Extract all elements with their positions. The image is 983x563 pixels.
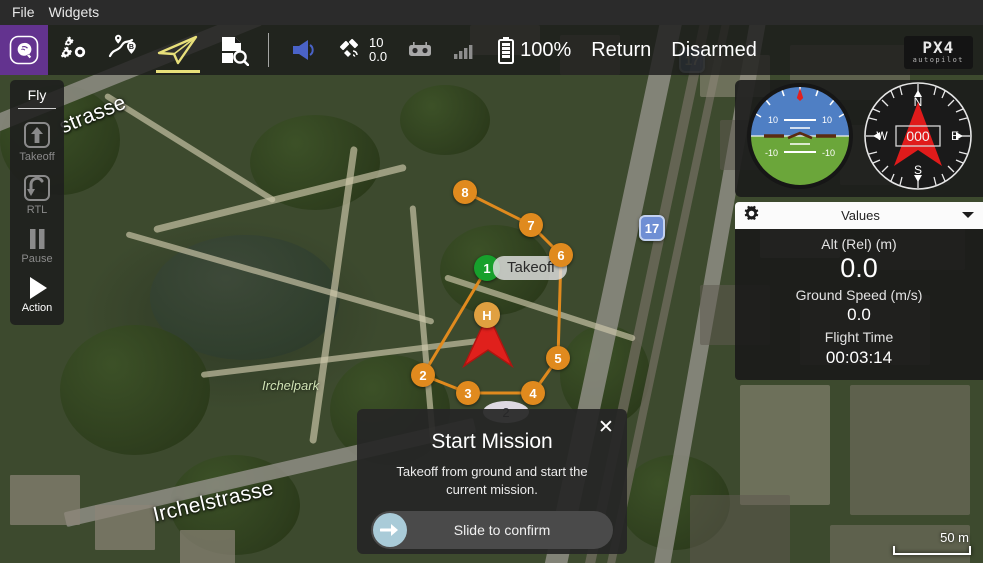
menu-bar: File Widgets [0,0,983,25]
value-label-altitude: Alt (Rel) (m) [821,236,897,252]
message-indicator[interactable] [283,25,325,75]
values-widget-header[interactable]: Values [735,202,983,229]
dialog-title: Start Mission [431,430,553,453]
analyze-button[interactable] [208,25,258,75]
rtl-label: RTL [26,204,48,216]
waypoint-marker-5[interactable]: 5 [546,346,570,370]
values-widget: Values Alt (Rel) (m) 0.0 Ground Speed (m… [735,202,983,380]
map-scale-label: 50 m [940,530,969,545]
dialog-message: Takeoff from ground and start the curren… [396,464,588,498]
waypoint-marker-3[interactable]: 3 [456,381,480,405]
svg-text:10: 10 [768,115,778,125]
slider-label: Slide to confirm [453,522,551,539]
waypoint-marker-8[interactable]: 8 [453,180,477,204]
fly-button[interactable] [148,25,208,75]
armed-state-indicator[interactable]: Disarmed [664,25,764,75]
toolbar-divider [268,33,269,67]
close-icon[interactable]: ✕ [595,416,617,438]
flight-mode-label: Return [591,38,652,61]
waypoint-marker-4[interactable]: 4 [521,381,545,405]
slide-to-confirm-slider[interactable]: Slide to confirm [371,511,613,550]
plan-button[interactable]: B [98,25,148,75]
attitude-indicator[interactable]: 10 10 -10 -10 [744,80,856,197]
home-marker[interactable]: H [474,302,500,328]
rc-rssi-indicator[interactable] [400,25,440,75]
px4-logo-sub: autopilot [912,56,964,64]
map-transit-marker-17[interactable]: 17 [639,215,665,241]
menu-item-file[interactable]: File [10,2,47,23]
takeoff-button[interactable]: Takeoff [10,113,64,166]
fly-tool-strip: Fly Takeoff RTL Pause Action [10,80,64,325]
rtl-button[interactable]: RTL [10,166,64,219]
svg-text:000: 000 [906,128,930,144]
value-reading-ground-speed: 0.0 [847,305,871,325]
waypoint-marker-7[interactable]: 7 [519,213,543,237]
instrument-panel: 10 10 -10 -10 S E W 000 [735,80,983,197]
pause-button[interactable]: Pause [10,219,64,268]
qgc-logo-button[interactable] [0,25,48,75]
pause-label: Pause [21,253,53,265]
gear-icon[interactable] [743,205,760,227]
value-row-ground-speed: Ground Speed (m/s) 0.0 [735,286,983,326]
action-button[interactable]: Action [10,268,64,317]
flight-mode-indicator[interactable]: Return [584,25,658,75]
chevron-down-icon[interactable] [961,207,975,225]
waypoint-marker-6[interactable]: 6 [549,243,573,267]
takeoff-label: Takeoff [19,151,55,163]
px4-autopilot-logo: PX4 autopilot [903,36,973,69]
gps-indicator[interactable]: 10 0.0 [331,25,394,75]
value-label-ground-speed: Ground Speed (m/s) [795,286,923,303]
gps-hdop: 0.0 [369,49,388,64]
status-group: 10 0.0 100% Return Disarmed [283,25,764,75]
armed-state-label: Disarmed [671,38,757,61]
battery-indicator[interactable]: 100% [490,25,578,75]
svg-text:-10: -10 [822,148,835,158]
gps-sat-count: 10 [369,35,384,51]
start-mission-dialog: ✕ Start Mission Takeoff from ground and … [357,409,627,554]
value-reading-flight-time: 00:03:14 [825,347,893,367]
map-scale-line [893,546,971,555]
values-widget-title: Values [841,208,880,223]
svg-text:-10: -10 [765,148,778,158]
battery-percent: 100% [520,38,572,61]
value-row-altitude: Alt (Rel) (m) 0.0 [735,235,983,284]
svg-text:10: 10 [822,115,832,125]
compass-indicator[interactable]: N S E W 000 [862,80,974,197]
action-label: Action [21,302,53,314]
value-label-flight-time: Flight Time [824,328,894,345]
value-row-flight-time: Flight Time 00:03:14 [735,328,983,368]
svg-text:S: S [914,163,922,177]
settings-button[interactable] [48,25,98,75]
value-reading-altitude: 0.0 [840,252,878,283]
map-scale-bar: 50 m [893,530,971,555]
main-toolbar: B 10 0.0 100% Return Disarmed PX4 autopi… [0,25,983,75]
map-park-label-irchelpark: Irchelpark [262,378,320,393]
telemetry-signal-indicator[interactable] [446,25,484,75]
menu-item-widgets[interactable]: Widgets [47,2,112,23]
svg-text:B: B [129,44,134,51]
waypoint-marker-2[interactable]: 2 [411,363,435,387]
px4-logo-main: PX4 [922,38,955,57]
values-widget-body: Alt (Rel) (m) 0.0 Ground Speed (m/s) 0.0… [735,229,983,380]
fly-panel-title: Fly [18,84,56,109]
